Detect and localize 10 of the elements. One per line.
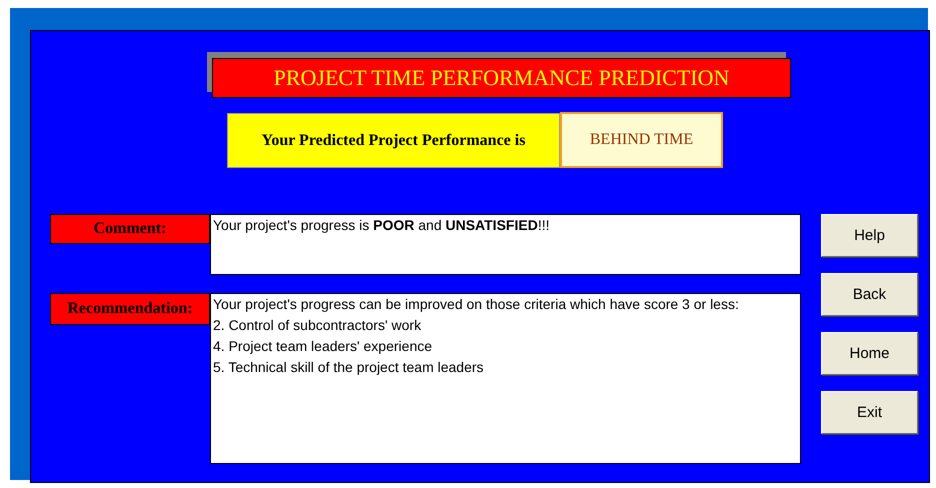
comment-label: Comment: <box>50 214 210 244</box>
nav-button[interactable]: Back <box>821 273 918 316</box>
recommendation-label: Recommendation: <box>50 293 210 325</box>
nav-button[interactable]: Exit <box>821 391 918 434</box>
nav-button[interactable]: Help <box>821 214 918 257</box>
comment-box: Your project's progress is POOR and UNSATISFIED!!! <box>210 214 801 275</box>
prediction-value: BEHIND TIME <box>560 112 723 168</box>
nav-button[interactable]: Home <box>821 332 918 375</box>
prediction-label: Your Predicted Project Performance is <box>227 113 560 168</box>
recommendation-box: Your project's progress can be improved on those criteria which have score 3 or less: 2. Control of subcontractors' work 4. Project team leaders' experience 5. Technical skill of the project team leaders <box>210 293 801 464</box>
